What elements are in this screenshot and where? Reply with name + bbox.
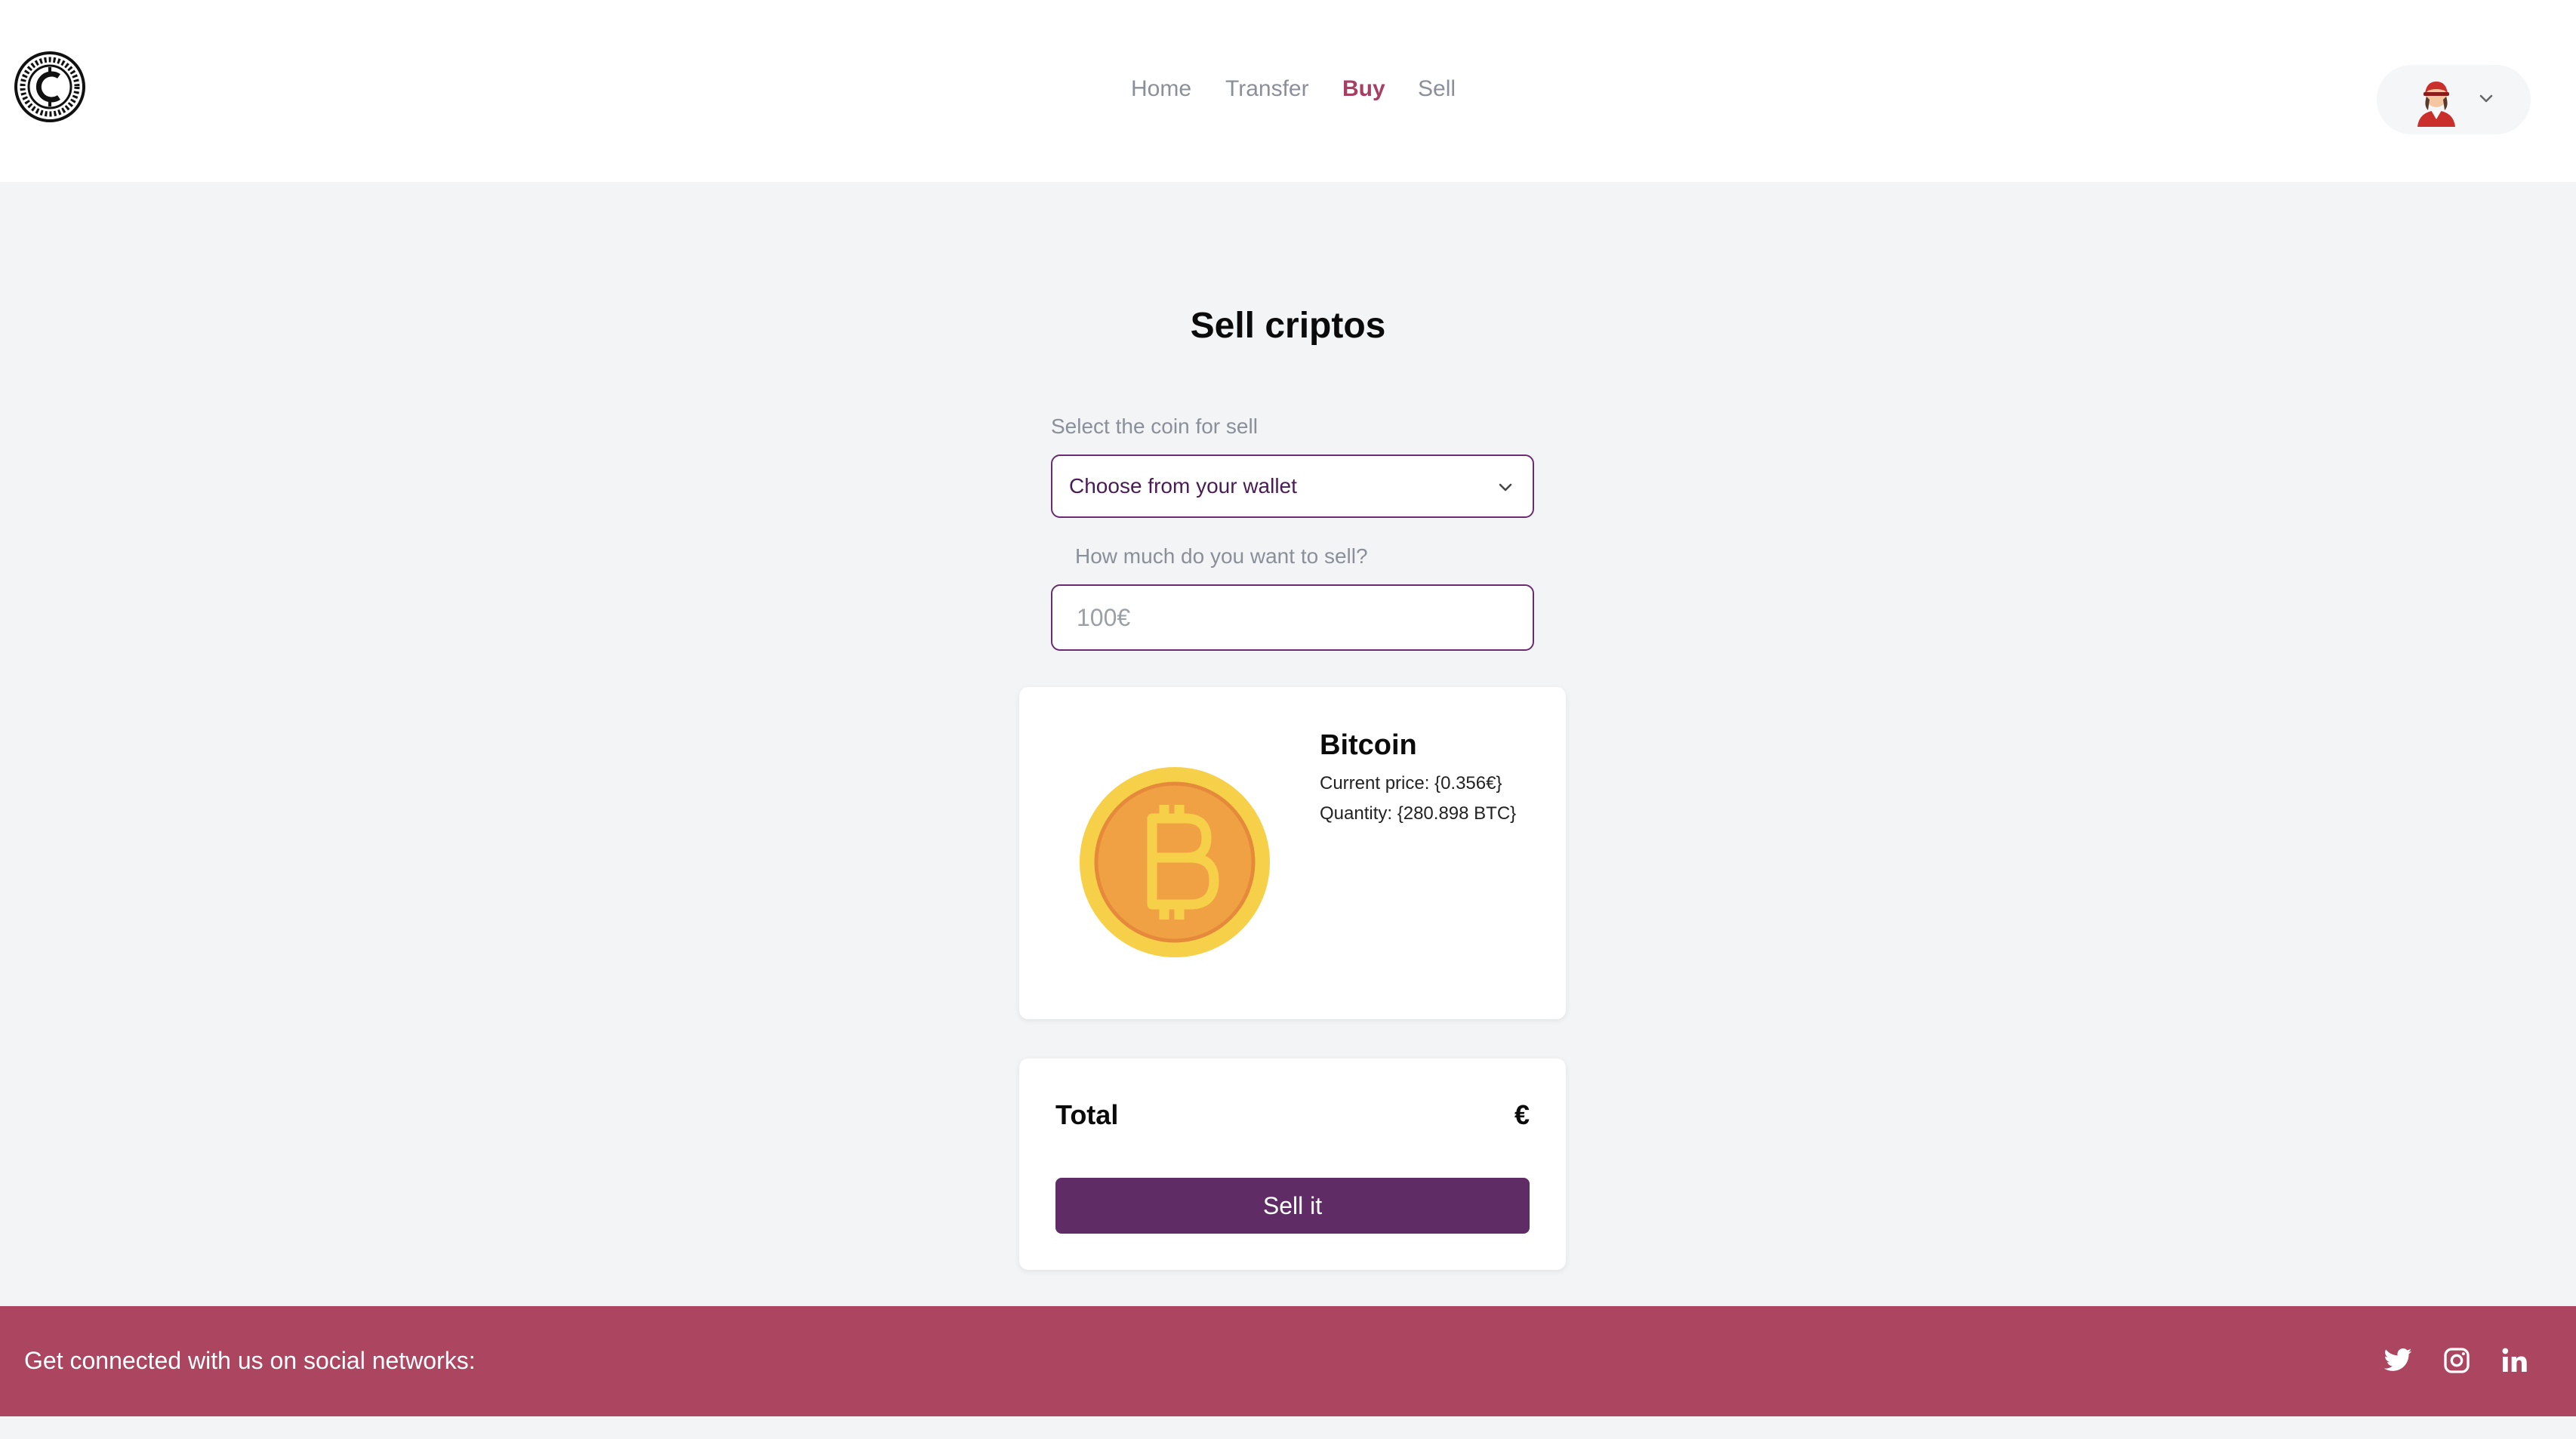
twitter-icon[interactable] [2383, 1345, 2413, 1376]
footer-text: Get connected with us on social networks… [24, 1347, 476, 1374]
user-menu[interactable] [2377, 65, 2531, 134]
coin-select-label: Select the coin for sell [1051, 414, 1258, 438]
sell-button[interactable]: Sell it [1055, 1178, 1530, 1234]
chevron-down-icon [1499, 483, 1512, 491]
coin-quantity: Quantity: {280.898 BTC} [1320, 803, 1517, 824]
amount-input[interactable] [1051, 584, 1534, 651]
nav-home[interactable]: Home [1131, 75, 1191, 103]
avatar-icon [2417, 82, 2455, 127]
total-label: Total [1055, 1099, 1119, 1130]
main-nav: Home Transfer Buy Sell [0, 75, 2576, 106]
coin-card: Bitcoin Current price: {0.356€} Quantity… [1019, 687, 1566, 1019]
page-title: Sell criptos [1190, 306, 1386, 346]
nav-transfer[interactable]: Transfer [1225, 75, 1309, 103]
top-header: Home Transfer Buy Sell [0, 0, 2576, 182]
bitcoin-icon [1080, 767, 1270, 957]
instagram-icon[interactable] [2442, 1345, 2472, 1376]
coin-select[interactable]: Choose from your wallet [1051, 455, 1534, 518]
amount-label: How much do you want to sell? [1075, 544, 1368, 568]
coin-select-value: Choose from your wallet [1069, 474, 1297, 498]
coin-name: Bitcoin [1320, 729, 1417, 761]
coin-current-price: Current price: {0.356€} [1320, 773, 1502, 793]
total-value: € [1514, 1099, 1530, 1130]
total-card: Total € Sell it [1019, 1058, 1566, 1270]
chevron-down-icon [2479, 94, 2493, 103]
footer: Get connected with us on social networks… [0, 1306, 2576, 1416]
linkedin-icon[interactable] [2499, 1345, 2529, 1376]
nav-buy[interactable]: Buy [1342, 75, 1385, 103]
nav-sell[interactable]: Sell [1418, 75, 1456, 103]
